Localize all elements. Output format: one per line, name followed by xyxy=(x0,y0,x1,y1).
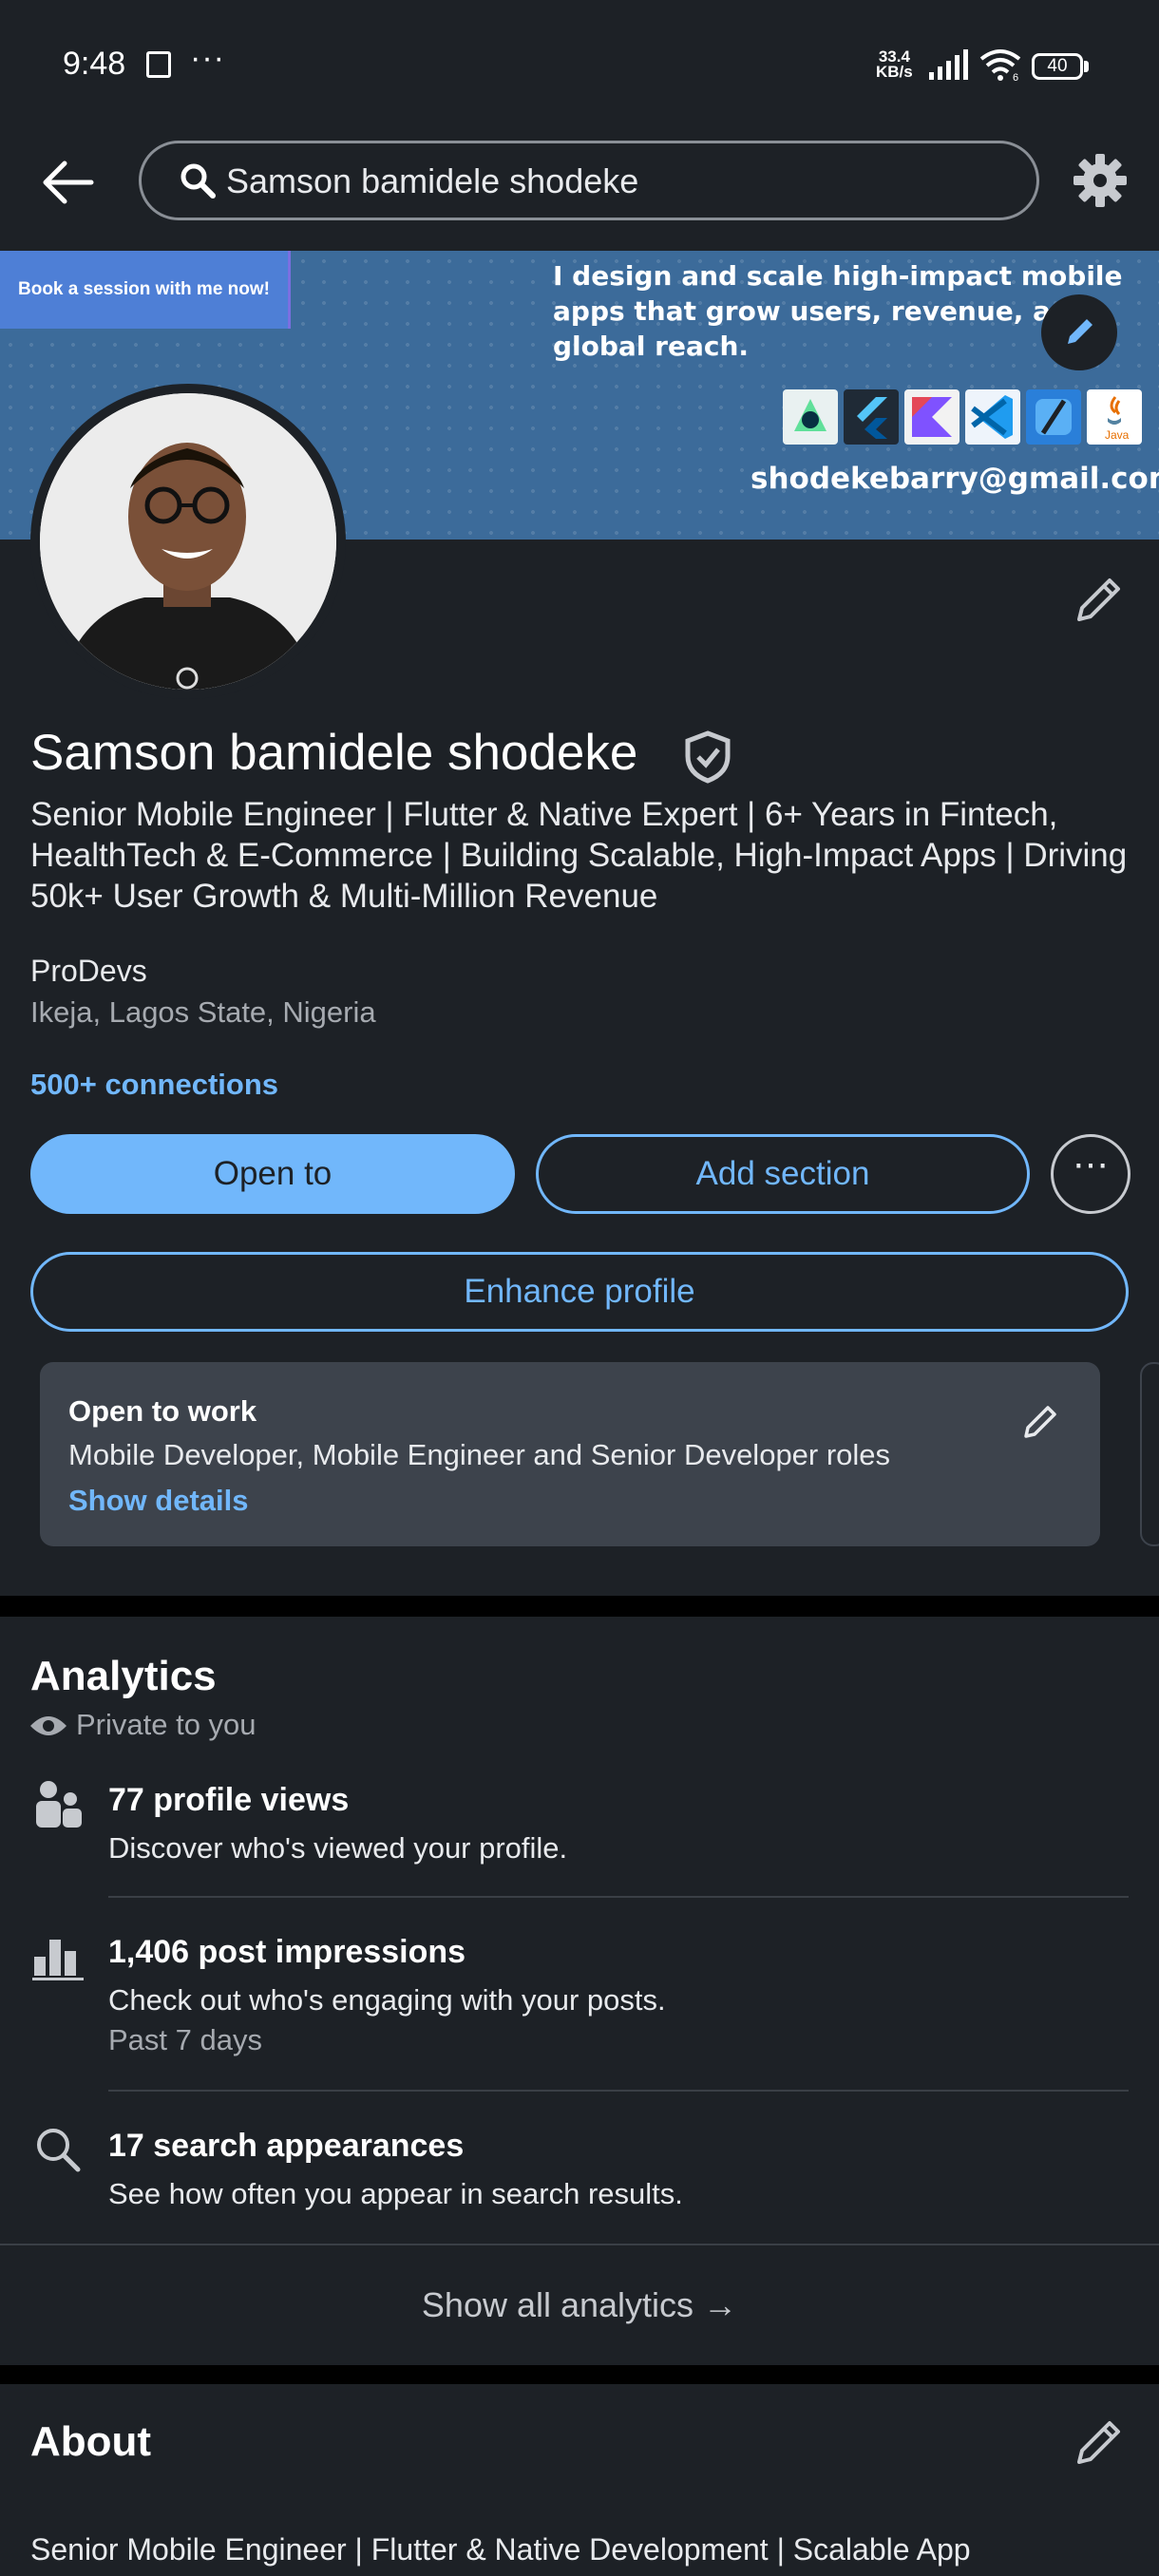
add-section-button[interactable]: Add section xyxy=(536,1134,1030,1214)
post-impressions-period: Past 7 days xyxy=(108,2023,262,2056)
post-impressions-count[interactable]: 1,406 post impressions xyxy=(108,1934,466,1971)
search-appearances-description: See how often you appear in search resul… xyxy=(108,2177,683,2210)
vscode-logo xyxy=(965,389,1020,445)
show-all-analytics-button[interactable]: Show all analytics → xyxy=(0,2245,1159,2365)
verified-shield-icon[interactable] xyxy=(682,729,733,785)
analytics-divider xyxy=(108,1896,1129,1898)
open-to-work-title: Open to work xyxy=(68,1394,257,1428)
profile-views-description: Discover who's viewed your profile. xyxy=(108,1831,568,1865)
pencil-icon xyxy=(1068,319,1092,344)
book-session-button[interactable]: Book a session with me now! xyxy=(0,251,291,329)
battery-nub xyxy=(1084,61,1089,72)
signal-icon xyxy=(929,49,968,80)
battery-indicator: 40 xyxy=(1032,53,1083,80)
wifi-icon: 6 xyxy=(979,49,1021,82)
search-icon xyxy=(180,163,216,199)
eye-icon xyxy=(30,1716,66,1735)
post-impressions-description: Check out who's engaging with your posts… xyxy=(108,1983,666,2017)
banner-email: shodekebarry@gmail.com xyxy=(750,462,1159,496)
status-time: 9:48 xyxy=(63,46,126,82)
profile-company[interactable]: ProDevs xyxy=(30,954,147,989)
about-text: Senior Mobile Engineer | Flutter & Nativ… xyxy=(30,2532,971,2567)
notification-icon xyxy=(146,51,171,78)
more-options-button[interactable]: ⋯ xyxy=(1051,1134,1130,1214)
connections-link[interactable]: 500+ connections xyxy=(30,1068,278,1102)
section-divider xyxy=(0,2365,1159,2384)
xcode-logo xyxy=(1026,389,1081,445)
people-icon xyxy=(36,1781,82,1828)
profile-views-count[interactable]: 77 profile views xyxy=(108,1782,349,1819)
flutter-logo xyxy=(844,389,899,445)
search-appearances-count[interactable]: 17 search appearances xyxy=(108,2128,464,2165)
java-label: Java xyxy=(1105,428,1130,442)
show-details-link[interactable]: Show details xyxy=(68,1484,248,1518)
back-arrow-icon[interactable] xyxy=(38,152,99,213)
enhance-profile-button[interactable]: Enhance profile xyxy=(30,1252,1129,1332)
analytics-privacy: Private to you xyxy=(76,1708,256,1741)
kotlin-logo xyxy=(904,389,960,445)
profile-photo xyxy=(40,393,336,690)
android-studio-logo xyxy=(783,389,838,445)
edit-about-icon[interactable] xyxy=(1070,2413,1129,2472)
bar-chart-icon xyxy=(32,1940,84,1980)
tech-logos: Java xyxy=(783,389,1148,445)
open-to-button[interactable]: Open to xyxy=(30,1134,515,1214)
profile-headline: Senior Mobile Engineer | Flutter & Nativ… xyxy=(30,796,1128,915)
network-speed: 33.4 KB/s xyxy=(876,48,913,81)
wifi-label: 6 xyxy=(1013,72,1018,82)
search-value: Samson bamidele shodeke xyxy=(226,161,639,200)
analytics-divider xyxy=(108,2090,1129,2092)
java-logo: Java xyxy=(1087,389,1142,445)
gear-icon[interactable] xyxy=(1072,152,1129,209)
section-divider xyxy=(0,1596,1159,1617)
more-notifications-icon: ··· xyxy=(190,40,225,76)
analytics-title: Analytics xyxy=(30,1653,217,1699)
edit-banner-button[interactable] xyxy=(1041,294,1117,370)
search-icon xyxy=(37,2129,81,2172)
avatar[interactable] xyxy=(40,393,336,690)
open-to-work-description: Mobile Developer, Mobile Engineer and Se… xyxy=(68,1438,891,1471)
edit-open-to-work-icon[interactable] xyxy=(1020,1400,1062,1442)
next-card-peek[interactable] xyxy=(1140,1362,1159,1546)
edit-profile-icon[interactable] xyxy=(1070,570,1129,629)
profile-location: Ikeja, Lagos State, Nigeria xyxy=(30,995,376,1029)
profile-name: Samson bamidele shodeke xyxy=(30,725,638,781)
about-title: About xyxy=(30,2418,152,2465)
network-speed-unit: KB/s xyxy=(876,63,913,81)
